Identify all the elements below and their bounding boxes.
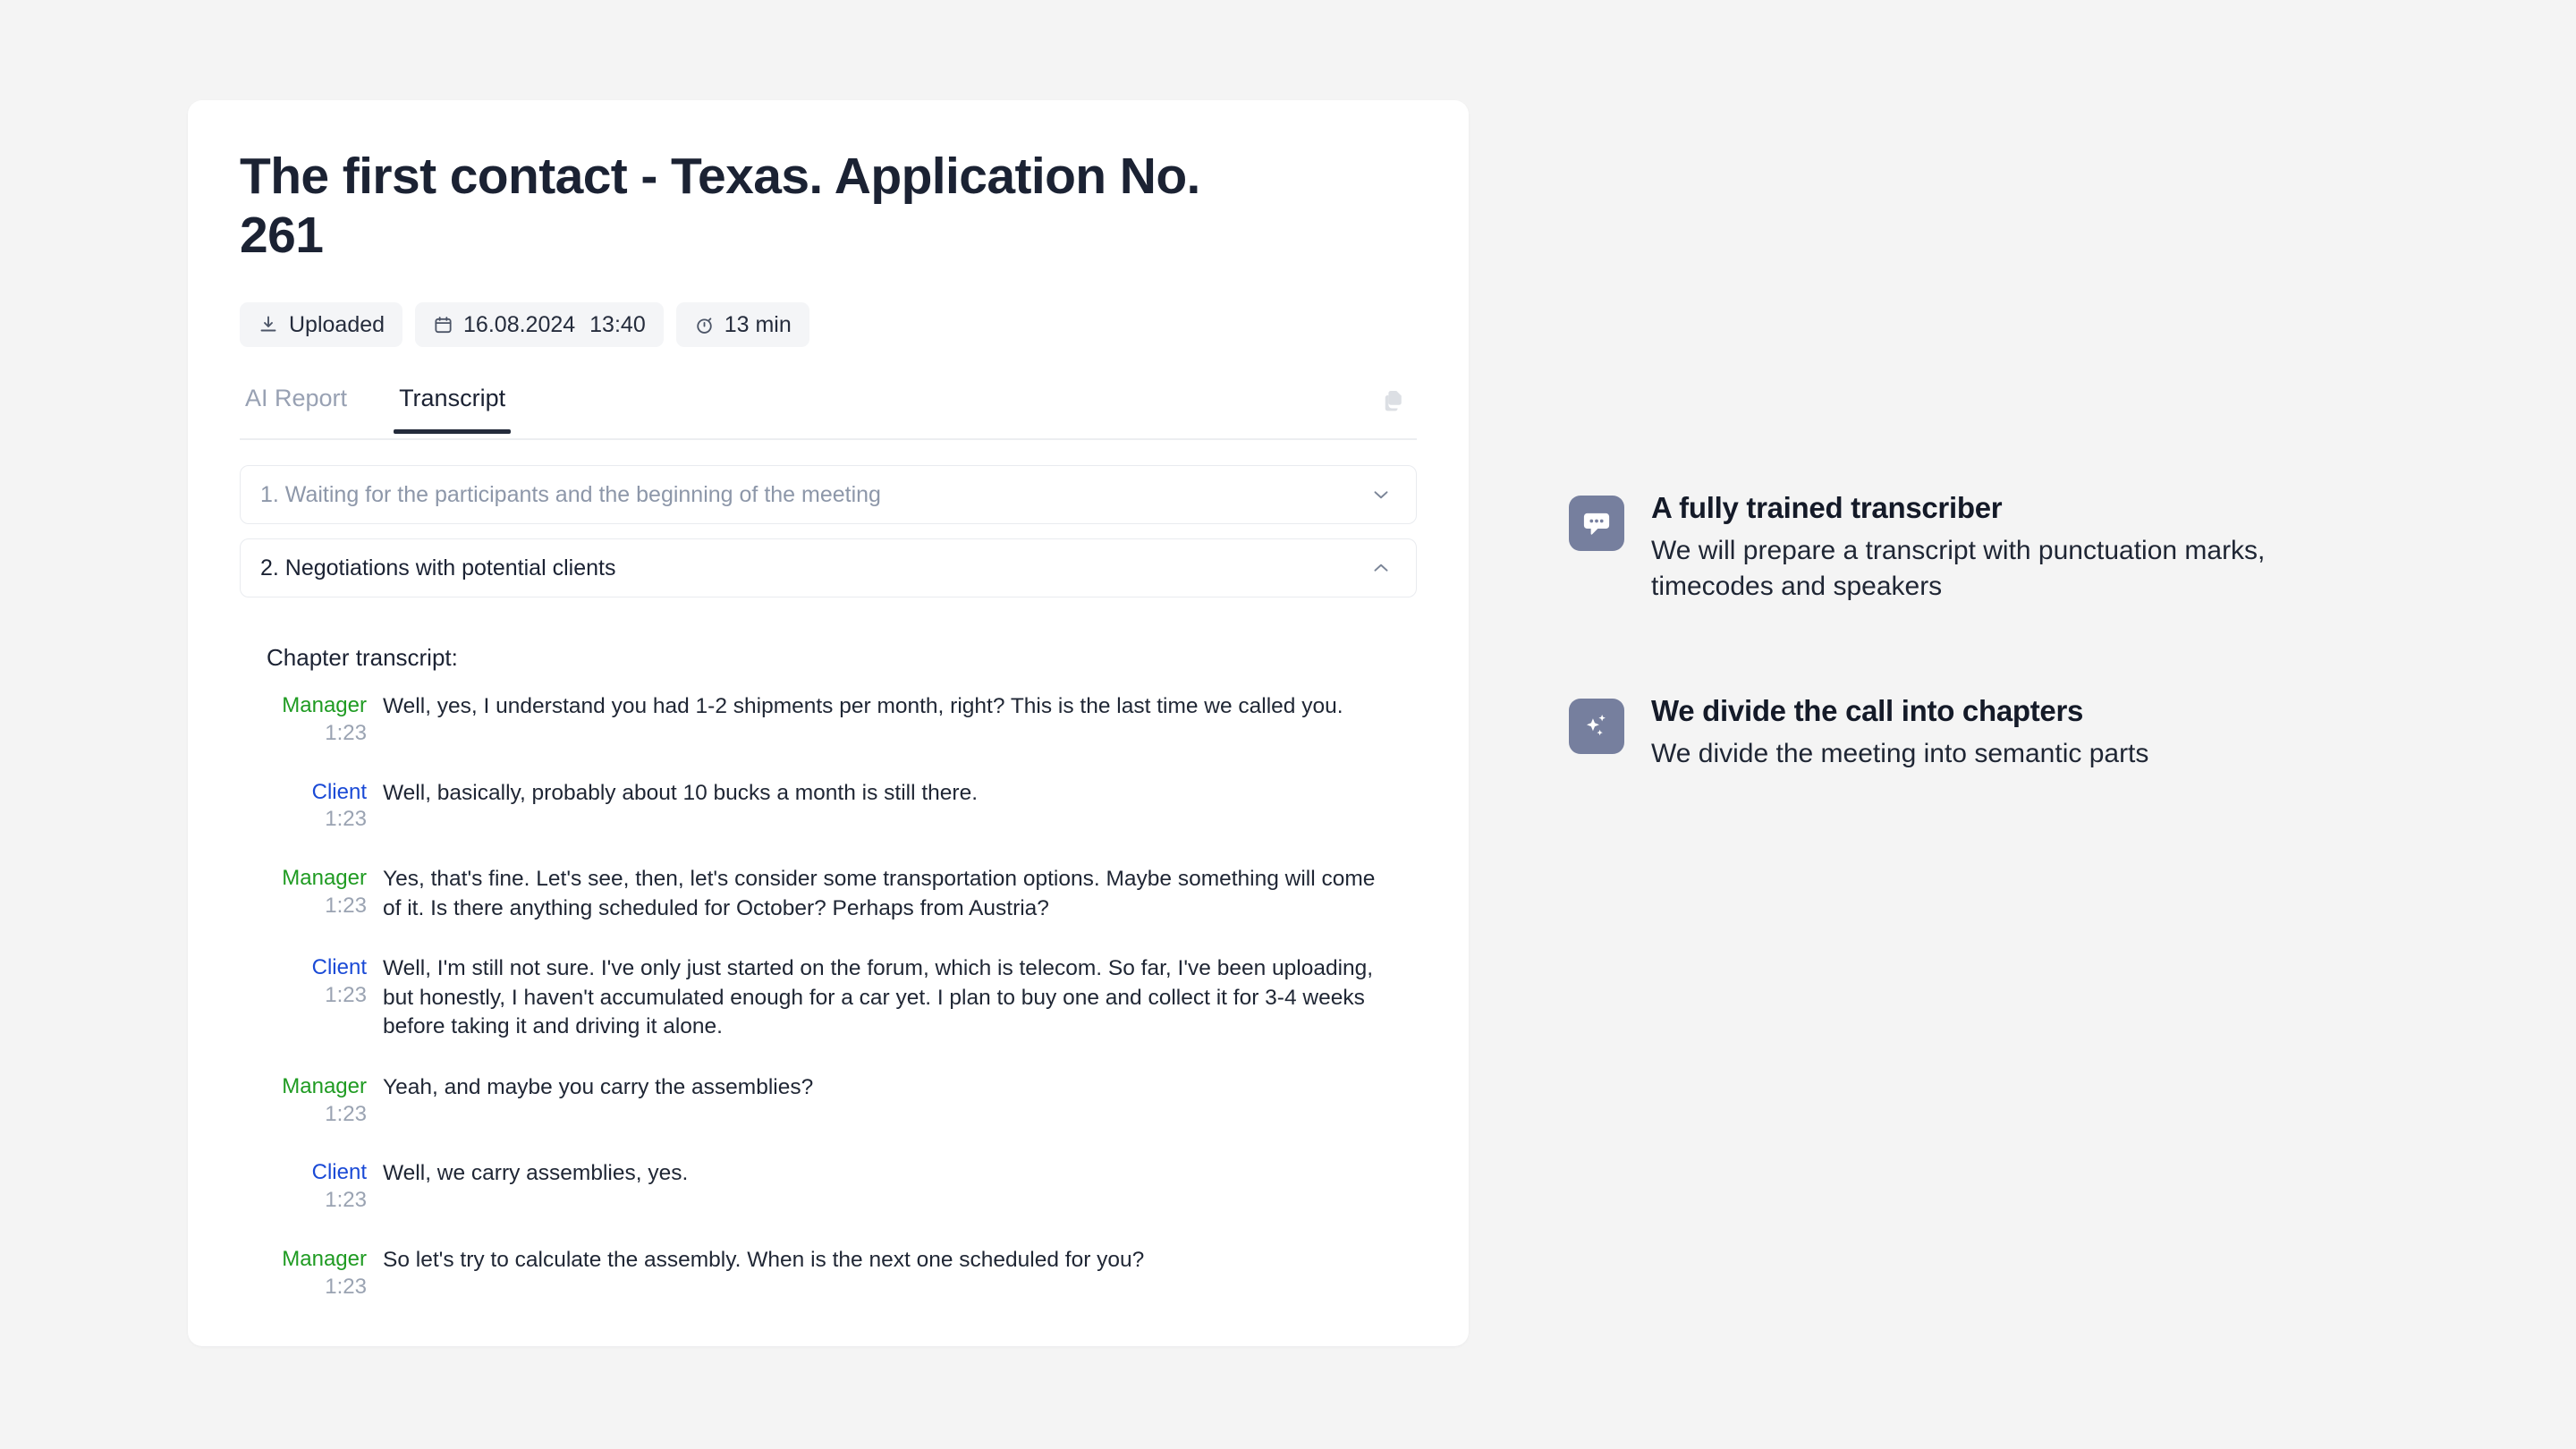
chat-bubble-icon [1569, 496, 1624, 551]
transcript-line-meta: Manager 1:23 [240, 1245, 383, 1301]
transcript-line: Manager 1:23 Yeah, and maybe you carry t… [240, 1072, 1417, 1128]
tab-ai-report[interactable]: AI Report [240, 385, 352, 432]
calendar-icon [433, 315, 453, 335]
feature-item-transcriber: A fully trained transcriber We will prep… [1569, 490, 2284, 606]
speaker-label: Client [311, 955, 367, 980]
page-title: The first contact - Texas. Application N… [240, 148, 1200, 265]
chevron-down-icon[interactable] [1369, 483, 1393, 506]
transcript-text: Well, basically, probably about 10 bucks… [383, 780, 979, 805]
speaker-label: Manager [282, 1246, 367, 1271]
transcript-text: Well, I'm still not sure. I've only just… [383, 956, 1374, 1039]
speaker-label: Manager [282, 1073, 367, 1098]
transcript-line: Client 1:23 Well, basically, probably ab… [240, 778, 1417, 834]
timecode[interactable]: 1:23 [240, 1101, 367, 1129]
feature-panel: A fully trained transcriber We will prep… [1569, 490, 2284, 773]
date-badge-time: 13:40 [589, 311, 646, 337]
transcript-card: The first contact - Texas. Application N… [188, 100, 1469, 1346]
timecode[interactable]: 1:23 [240, 982, 367, 1010]
chapter-accordion-2-label: 2. Negotiations with potential clients [260, 555, 616, 580]
transcript-line-meta: Manager 1:23 [240, 864, 383, 919]
transcript-list: Manager 1:23 Well, yes, I understand you… [240, 691, 1417, 1301]
speaker-label: Manager [282, 866, 367, 891]
copy-icon[interactable] [1374, 381, 1413, 420]
page-root: The first contact - Texas. Application N… [0, 0, 2576, 1449]
timecode[interactable]: 1:23 [240, 893, 367, 920]
date-badge-date: 16.08.2024 [463, 311, 576, 337]
timecode[interactable]: 1:23 [240, 1274, 367, 1301]
feature-body: A fully trained transcriber We will prep… [1651, 490, 2277, 606]
chapter-accordion-1-label: 1. Waiting for the participants and the … [260, 481, 881, 507]
transcript-line-meta: Client 1:23 [240, 778, 383, 834]
transcript-line-meta: Client 1:23 [240, 953, 383, 1009]
sparkles-icon [1569, 699, 1624, 755]
chapter-accordion-1[interactable]: 1. Waiting for the participants and the … [240, 465, 1417, 525]
feature-description: We divide the meeting into semantic part… [1651, 738, 2149, 768]
meta-badge-row: Uploaded 16.08.2024 13:40 13 min [240, 302, 1417, 348]
duration-badge: 13 min [675, 302, 809, 348]
speaker-label: Client [311, 1160, 367, 1185]
speaker-label: Manager [282, 693, 367, 718]
chapter-transcript-heading: Chapter transcript: [267, 644, 458, 672]
duration-badge-label: 13 min [724, 311, 792, 337]
feature-title: We divide the call into chapters [1651, 694, 2084, 728]
transcript-text: So let's try to calculate the assembly. … [383, 1247, 1145, 1272]
feature-item-chapters: We divide the call into chapters We divi… [1569, 693, 2284, 772]
transcript-line: Manager 1:23 So let's try to calculate t… [240, 1245, 1417, 1301]
download-icon [258, 314, 279, 335]
timecode[interactable]: 1:23 [240, 806, 367, 834]
timecode[interactable]: 1:23 [240, 720, 367, 748]
date-badge: 16.08.2024 13:40 [415, 302, 664, 348]
stopwatch-icon [694, 315, 715, 335]
transcript-text: Well, yes, I understand you had 1-2 ship… [383, 694, 1343, 719]
transcript-line: Client 1:23 Well, we carry assemblies, y… [240, 1158, 1417, 1214]
feature-title: A fully trained transcriber [1651, 491, 2003, 524]
transcript-text: Yeah, and maybe you carry the assemblies… [383, 1074, 814, 1099]
transcript-line: Manager 1:23 Well, yes, I understand you… [240, 691, 1417, 747]
speaker-label: Client [311, 779, 367, 804]
transcript-line: Client 1:23 Well, I'm still not sure. I'… [240, 953, 1417, 1042]
feature-description: We will prepare a transcript with punctu… [1651, 535, 2266, 602]
transcript-line-meta: Manager 1:23 [240, 691, 383, 747]
chapter-accordion-2[interactable]: 2. Negotiations with potential clients [240, 538, 1417, 598]
transcript-line-meta: Manager 1:23 [240, 1072, 383, 1128]
transcript-line: Manager 1:23 Yes, that's fine. Let's see… [240, 864, 1417, 923]
chevron-up-icon[interactable] [1369, 556, 1393, 580]
feature-body: We divide the call into chapters We divi… [1651, 693, 2148, 772]
timecode[interactable]: 1:23 [240, 1187, 367, 1215]
status-badge-label: Uploaded [289, 311, 386, 337]
tab-bar: AI Report Transcript [240, 385, 1417, 441]
status-badge-uploaded: Uploaded [240, 302, 403, 348]
tab-transcript[interactable]: Transcript [394, 385, 512, 435]
transcript-text: Well, we carry assemblies, yes. [383, 1161, 689, 1186]
transcript-line-meta: Client 1:23 [240, 1158, 383, 1214]
transcript-text: Yes, that's fine. Let's see, then, let's… [383, 867, 1376, 920]
